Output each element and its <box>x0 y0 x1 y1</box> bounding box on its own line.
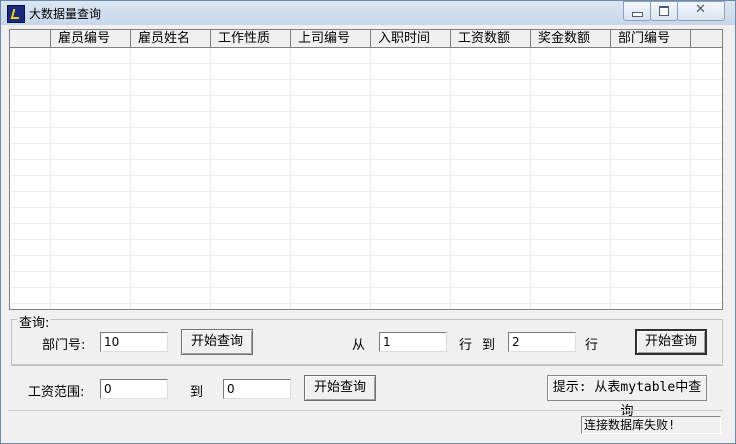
window-title: 大数据量查询 <box>29 7 102 21</box>
salary-to-label: 到 <box>190 385 204 400</box>
column-header-dept-id[interactable]: 部门编号 <box>611 30 691 47</box>
to-row-input[interactable] <box>508 332 576 352</box>
results-grid[interactable]: 雇员编号 雇员姓名 工作性质 上司编号 入职时间 工资数额 奖金数额 部门编号 <box>9 29 723 310</box>
row-label-2: 行 <box>585 338 599 353</box>
query-group-label: 查询: <box>17 312 52 331</box>
salary-range-label: 工资范围: <box>28 385 85 400</box>
status-bar-text: 连接数据库失败! <box>581 416 721 434</box>
column-header-manager-id[interactable]: 上司编号 <box>291 30 371 47</box>
minimize-button[interactable] <box>623 1 651 21</box>
dept-query-button[interactable]: 开始查询 <box>181 329 253 355</box>
salary-query-button[interactable]: 开始查询 <box>304 375 376 401</box>
column-header-employee-name[interactable]: 雇员姓名 <box>131 30 211 47</box>
maximize-button[interactable] <box>650 1 678 21</box>
column-header-employee-id[interactable]: 雇员编号 <box>51 30 131 47</box>
close-icon: ✕ <box>695 2 706 17</box>
grid-header: 雇员编号 雇员姓名 工作性质 上司编号 入职时间 工资数额 奖金数额 部门编号 <box>10 30 722 48</box>
salary-min-input[interactable] <box>100 379 168 399</box>
column-header-row-selector[interactable] <box>10 30 51 47</box>
column-header-bonus[interactable]: 奖金数额 <box>531 30 611 47</box>
column-header-job-type[interactable]: 工作性质 <box>211 30 291 47</box>
app-icon[interactable] <box>7 5 25 23</box>
section-divider <box>11 364 721 365</box>
bottom-divider <box>8 410 722 411</box>
salary-max-input[interactable] <box>223 379 291 399</box>
dept-input[interactable] <box>100 332 168 352</box>
range-query-button[interactable]: 开始查询 <box>635 329 707 355</box>
column-header-hire-date[interactable]: 入职时间 <box>371 30 451 47</box>
close-button[interactable]: ✕ <box>677 1 725 21</box>
from-row-input[interactable] <box>379 332 447 352</box>
dept-label: 部门号: <box>42 338 86 353</box>
row-label-1: 行 <box>459 338 473 353</box>
from-label: 从 <box>352 338 366 353</box>
title-bar[interactable]: 大数据量查询 ✕ <box>1 1 735 25</box>
column-header-salary[interactable]: 工资数额 <box>451 30 531 47</box>
to-label: 到 <box>482 338 496 353</box>
hint-panel: 提示: 从表mytable中查询 <box>547 375 707 419</box>
grid-body[interactable] <box>10 48 722 309</box>
